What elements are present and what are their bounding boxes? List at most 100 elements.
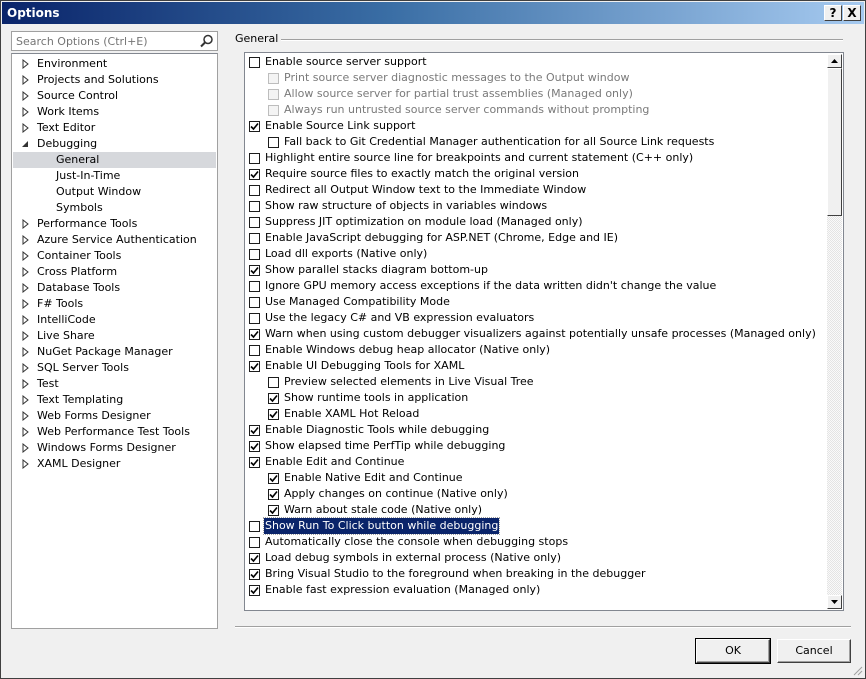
collapsed-arrow-icon[interactable] xyxy=(21,459,30,469)
search-icon[interactable] xyxy=(200,34,214,48)
tree-item-cross-platform[interactable]: Cross Platform xyxy=(13,264,216,280)
scroll-thumb[interactable] xyxy=(827,68,842,216)
options-scrollbar[interactable] xyxy=(827,54,842,609)
checkbox-unchecked[interactable] xyxy=(249,201,260,212)
option-label: Redirect all Output Window text to the I… xyxy=(265,183,587,196)
checkbox-checked[interactable] xyxy=(249,329,260,340)
search-input[interactable] xyxy=(14,33,194,49)
help-button[interactable]: ? xyxy=(824,5,842,21)
tree-item-nuget-package-manager[interactable]: NuGet Package Manager xyxy=(13,344,216,360)
checkbox-checked[interactable] xyxy=(249,569,260,580)
checkbox-unchecked[interactable] xyxy=(249,281,260,292)
checkbox-unchecked[interactable] xyxy=(249,313,260,324)
tree-item-windows-forms-designer[interactable]: Windows Forms Designer xyxy=(13,440,216,456)
checkbox-checked[interactable] xyxy=(249,265,260,276)
tree-item-intellicode[interactable]: IntelliCode xyxy=(13,312,216,328)
checkbox-unchecked[interactable] xyxy=(249,249,260,260)
ok-button[interactable]: OK xyxy=(695,638,771,664)
checkbox-unchecked[interactable] xyxy=(249,57,260,68)
tree-item-azure-service-authentication[interactable]: Azure Service Authentication xyxy=(13,232,216,248)
close-button[interactable]: X xyxy=(843,5,861,21)
checkbox-unchecked[interactable] xyxy=(268,137,279,148)
checkbox-checked[interactable] xyxy=(268,409,279,420)
checkbox-checked[interactable] xyxy=(249,457,260,468)
tree-item-work-items[interactable]: Work Items xyxy=(13,104,216,120)
collapsed-arrow-icon[interactable] xyxy=(21,379,30,389)
collapsed-arrow-icon[interactable] xyxy=(21,123,30,133)
tree-item-test[interactable]: Test xyxy=(13,376,216,392)
checkbox-checked[interactable] xyxy=(249,441,260,452)
collapsed-arrow-icon[interactable] xyxy=(21,315,30,325)
collapsed-arrow-icon[interactable] xyxy=(21,443,30,453)
options-category-tree[interactable]: Environment Projects and Solutions Source … xyxy=(11,53,218,629)
checkbox-checked[interactable] xyxy=(268,505,279,516)
tree-item-web-performance-test-tools[interactable]: Web Performance Test Tools xyxy=(13,424,216,440)
checkbox-unchecked[interactable] xyxy=(249,217,260,228)
checkbox-unchecked[interactable] xyxy=(249,345,260,356)
tree-item-sql-server-tools[interactable]: SQL Server Tools xyxy=(13,360,216,376)
tree-item-web-forms-designer[interactable]: Web Forms Designer xyxy=(13,408,216,424)
expanded-arrow-icon[interactable] xyxy=(21,139,30,149)
checkbox-checked[interactable] xyxy=(249,361,260,372)
collapsed-arrow-icon[interactable] xyxy=(21,251,30,261)
tree-item-symbols[interactable]: Symbols xyxy=(13,200,216,216)
tree-item-live-share[interactable]: Live Share xyxy=(13,328,216,344)
checkmark-icon xyxy=(250,426,259,435)
collapsed-arrow-icon[interactable] xyxy=(21,219,30,229)
tree-item-database-tools[interactable]: Database Tools xyxy=(13,280,216,296)
collapsed-arrow-icon[interactable] xyxy=(21,427,30,437)
tree-item-environment[interactable]: Environment xyxy=(13,56,216,72)
checkbox-unchecked[interactable] xyxy=(249,233,260,244)
collapsed-arrow-icon[interactable] xyxy=(21,75,30,85)
collapsed-arrow-icon[interactable] xyxy=(21,363,30,373)
checkbox-checked[interactable] xyxy=(249,553,260,564)
collapsed-arrow-icon[interactable] xyxy=(21,411,30,421)
collapsed-arrow-icon[interactable] xyxy=(21,59,30,69)
option-label: Require source files to exactly match th… xyxy=(265,167,579,180)
tree-item-source-control[interactable]: Source Control xyxy=(13,88,216,104)
tree-item-f-tools[interactable]: F# Tools xyxy=(13,296,216,312)
checkbox-unchecked[interactable] xyxy=(249,185,260,196)
checkbox-checked[interactable] xyxy=(268,489,279,500)
title-bar[interactable]: Options ? X xyxy=(2,2,864,24)
collapsed-arrow-icon[interactable] xyxy=(21,91,30,101)
tree-item-label: Container Tools xyxy=(37,249,122,262)
checkbox-checked[interactable] xyxy=(249,425,260,436)
checkbox-checked[interactable] xyxy=(249,169,260,180)
checkbox-checked[interactable] xyxy=(249,121,260,132)
tree-item-performance-tools[interactable]: Performance Tools xyxy=(13,216,216,232)
collapsed-arrow-icon[interactable] xyxy=(21,395,30,405)
tree-item-debugging[interactable]: Debugging xyxy=(13,136,216,152)
resize-grip-icon[interactable] xyxy=(851,664,863,676)
option-label: Suppress JIT optimization on module load… xyxy=(265,215,583,228)
checkbox-unchecked[interactable] xyxy=(249,153,260,164)
cancel-button[interactable]: Cancel xyxy=(777,639,851,663)
checkbox-checked[interactable] xyxy=(268,393,279,404)
option-label: Fall back to Git Credential Manager auth… xyxy=(284,135,715,148)
collapsed-arrow-icon[interactable] xyxy=(21,299,30,309)
collapsed-arrow-icon[interactable] xyxy=(21,347,30,357)
scroll-down-button[interactable] xyxy=(827,595,842,609)
checkbox-unchecked[interactable] xyxy=(249,297,260,308)
tree-item-just-in-time[interactable]: Just-In-Time xyxy=(13,168,216,184)
tree-item-output-window[interactable]: Output Window xyxy=(13,184,216,200)
checkbox-unchecked[interactable] xyxy=(249,521,260,532)
tree-item-text-editor[interactable]: Text Editor xyxy=(13,120,216,136)
tree-item-text-templating[interactable]: Text Templating xyxy=(13,392,216,408)
checkbox-unchecked[interactable] xyxy=(249,537,260,548)
scroll-up-button[interactable] xyxy=(827,54,842,68)
search-box[interactable] xyxy=(11,31,218,51)
tree-item-general[interactable]: General xyxy=(13,152,216,168)
collapsed-arrow-icon[interactable] xyxy=(21,283,30,293)
collapsed-arrow-icon[interactable] xyxy=(21,331,30,341)
tree-item-xaml-designer[interactable]: XAML Designer xyxy=(13,456,216,472)
checkbox-unchecked[interactable] xyxy=(268,377,279,388)
tree-item-projects-and-solutions[interactable]: Projects and Solutions xyxy=(13,72,216,88)
checkbox-checked[interactable] xyxy=(249,585,260,596)
collapsed-arrow-icon[interactable] xyxy=(21,107,30,117)
collapsed-arrow-icon[interactable] xyxy=(21,235,30,245)
tree-item-label: Work Items xyxy=(37,105,100,118)
tree-item-container-tools[interactable]: Container Tools xyxy=(13,248,216,264)
collapsed-arrow-icon[interactable] xyxy=(21,267,30,277)
checkbox-checked[interactable] xyxy=(268,473,279,484)
